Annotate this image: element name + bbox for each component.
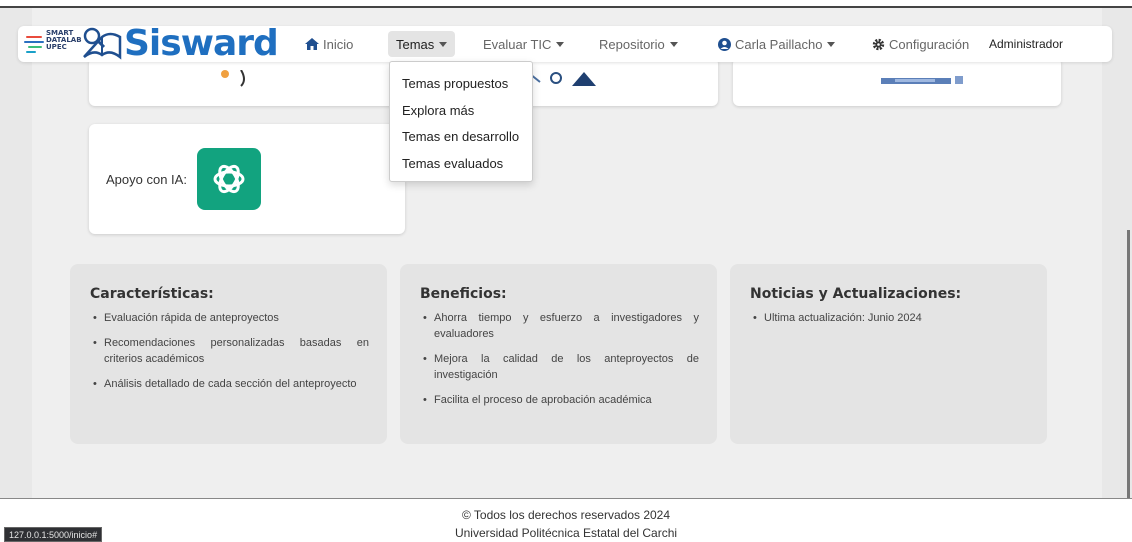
nav-evaluar-label: Evaluar TIC <box>483 36 552 52</box>
brand-logo[interactable]: SMART DATALAB UPEC Sisward <box>24 20 279 68</box>
footer-university: Universidad Politécnica Estatal del Carc… <box>454 526 678 540</box>
nav-config-label: Configuración <box>889 36 970 52</box>
benefit-item: Mejora la calidad de los anteproyectos d… <box>420 351 699 383</box>
nav-evaluar[interactable]: Evaluar TIC <box>483 31 565 57</box>
ia-support-card: Apoyo con IA: <box>89 124 405 234</box>
nav-temas-label: Temas <box>396 36 435 52</box>
nav-temas[interactable]: Temas <box>388 31 456 57</box>
chevron-down-icon <box>827 41 836 47</box>
nav-config[interactable]: Configuración <box>872 31 969 57</box>
feature-item: Análisis detallado de cada sección del a… <box>90 376 369 392</box>
footer-copyright: © Todos los derechos reservados 2024 <box>461 508 671 522</box>
card-illustration-icon <box>881 76 963 84</box>
dropdown-item-explora[interactable]: Explora más <box>390 98 532 125</box>
card-illustration-icon <box>529 72 596 86</box>
openai-logo-icon <box>213 164 245 194</box>
chevron-down-icon <box>669 41 678 47</box>
feature-item: Recomendaciones personalizadas basadas e… <box>90 335 369 367</box>
chevron-down-icon <box>439 41 448 47</box>
lab-text-3: UPEC <box>46 43 67 51</box>
navbar: SMART DATALAB UPEC Sisward Inicio Temas … <box>18 24 1112 64</box>
temas-dropdown-menu: Temas propuestos Explora más Temas en de… <box>389 61 533 182</box>
nav-inicio-label: Inicio <box>323 36 354 52</box>
status-bar-url: 127.0.0.1:5000/inicio# <box>4 527 103 542</box>
news-title: Noticias y Actualizaciones: <box>750 286 962 302</box>
browser-top-edge <box>0 0 1132 8</box>
benefit-item: Ahorra tiempo y esfuerzo a investigadore… <box>420 310 699 342</box>
module-card-3[interactable] <box>733 58 1061 106</box>
scrollbar[interactable] <box>1127 230 1130 498</box>
book-icon <box>83 27 122 60</box>
dropdown-item-propuestos[interactable]: Temas propuestos <box>390 71 532 98</box>
chevron-down-icon <box>556 41 565 47</box>
ia-support-label: Apoyo con IA: <box>106 172 187 187</box>
user-circle-icon <box>718 37 731 51</box>
nav-user-label: Carla Paillacho <box>735 36 823 52</box>
nav-inicio[interactable]: Inicio <box>305 31 353 57</box>
news-box: Noticias y Actualizaciones: Ultima actua… <box>730 264 1047 444</box>
features-title: Características: <box>90 286 214 302</box>
nav-user[interactable]: Carla Paillacho <box>718 31 836 57</box>
home-icon <box>305 38 319 50</box>
datalab-logo: SMART DATALAB UPEC <box>24 28 82 60</box>
feature-item: Evaluación rápida de anteproyectos <box>90 310 369 326</box>
brand-name: Sisward <box>124 23 279 64</box>
benefit-item: Facilita el proceso de aprobación académ… <box>420 392 699 408</box>
nav-repositorio[interactable]: Repositorio <box>599 31 678 57</box>
nav-admin-label: Administrador <box>989 37 1064 51</box>
dropdown-item-desarrollo[interactable]: Temas en desarrollo <box>390 124 532 151</box>
chatgpt-icon[interactable] <box>197 148 261 210</box>
news-item: Ultima actualización: Junio 2024 <box>750 310 1029 326</box>
benefits-box: Beneficios: Ahorra tiempo y esfuerzo a i… <box>400 264 717 444</box>
benefits-title: Beneficios: <box>420 286 507 302</box>
nav-admin[interactable]: Administrador <box>989 31 1063 57</box>
gear-icon <box>872 38 885 50</box>
dropdown-item-evaluados[interactable]: Temas evaluados <box>390 151 532 178</box>
nav-repositorio-label: Repositorio <box>599 36 665 52</box>
footer: © Todos los derechos reservados 2024 Uni… <box>0 498 1132 542</box>
features-box: Características: Evaluación rápida de an… <box>70 264 387 444</box>
card-illustration-icon <box>221 70 245 87</box>
